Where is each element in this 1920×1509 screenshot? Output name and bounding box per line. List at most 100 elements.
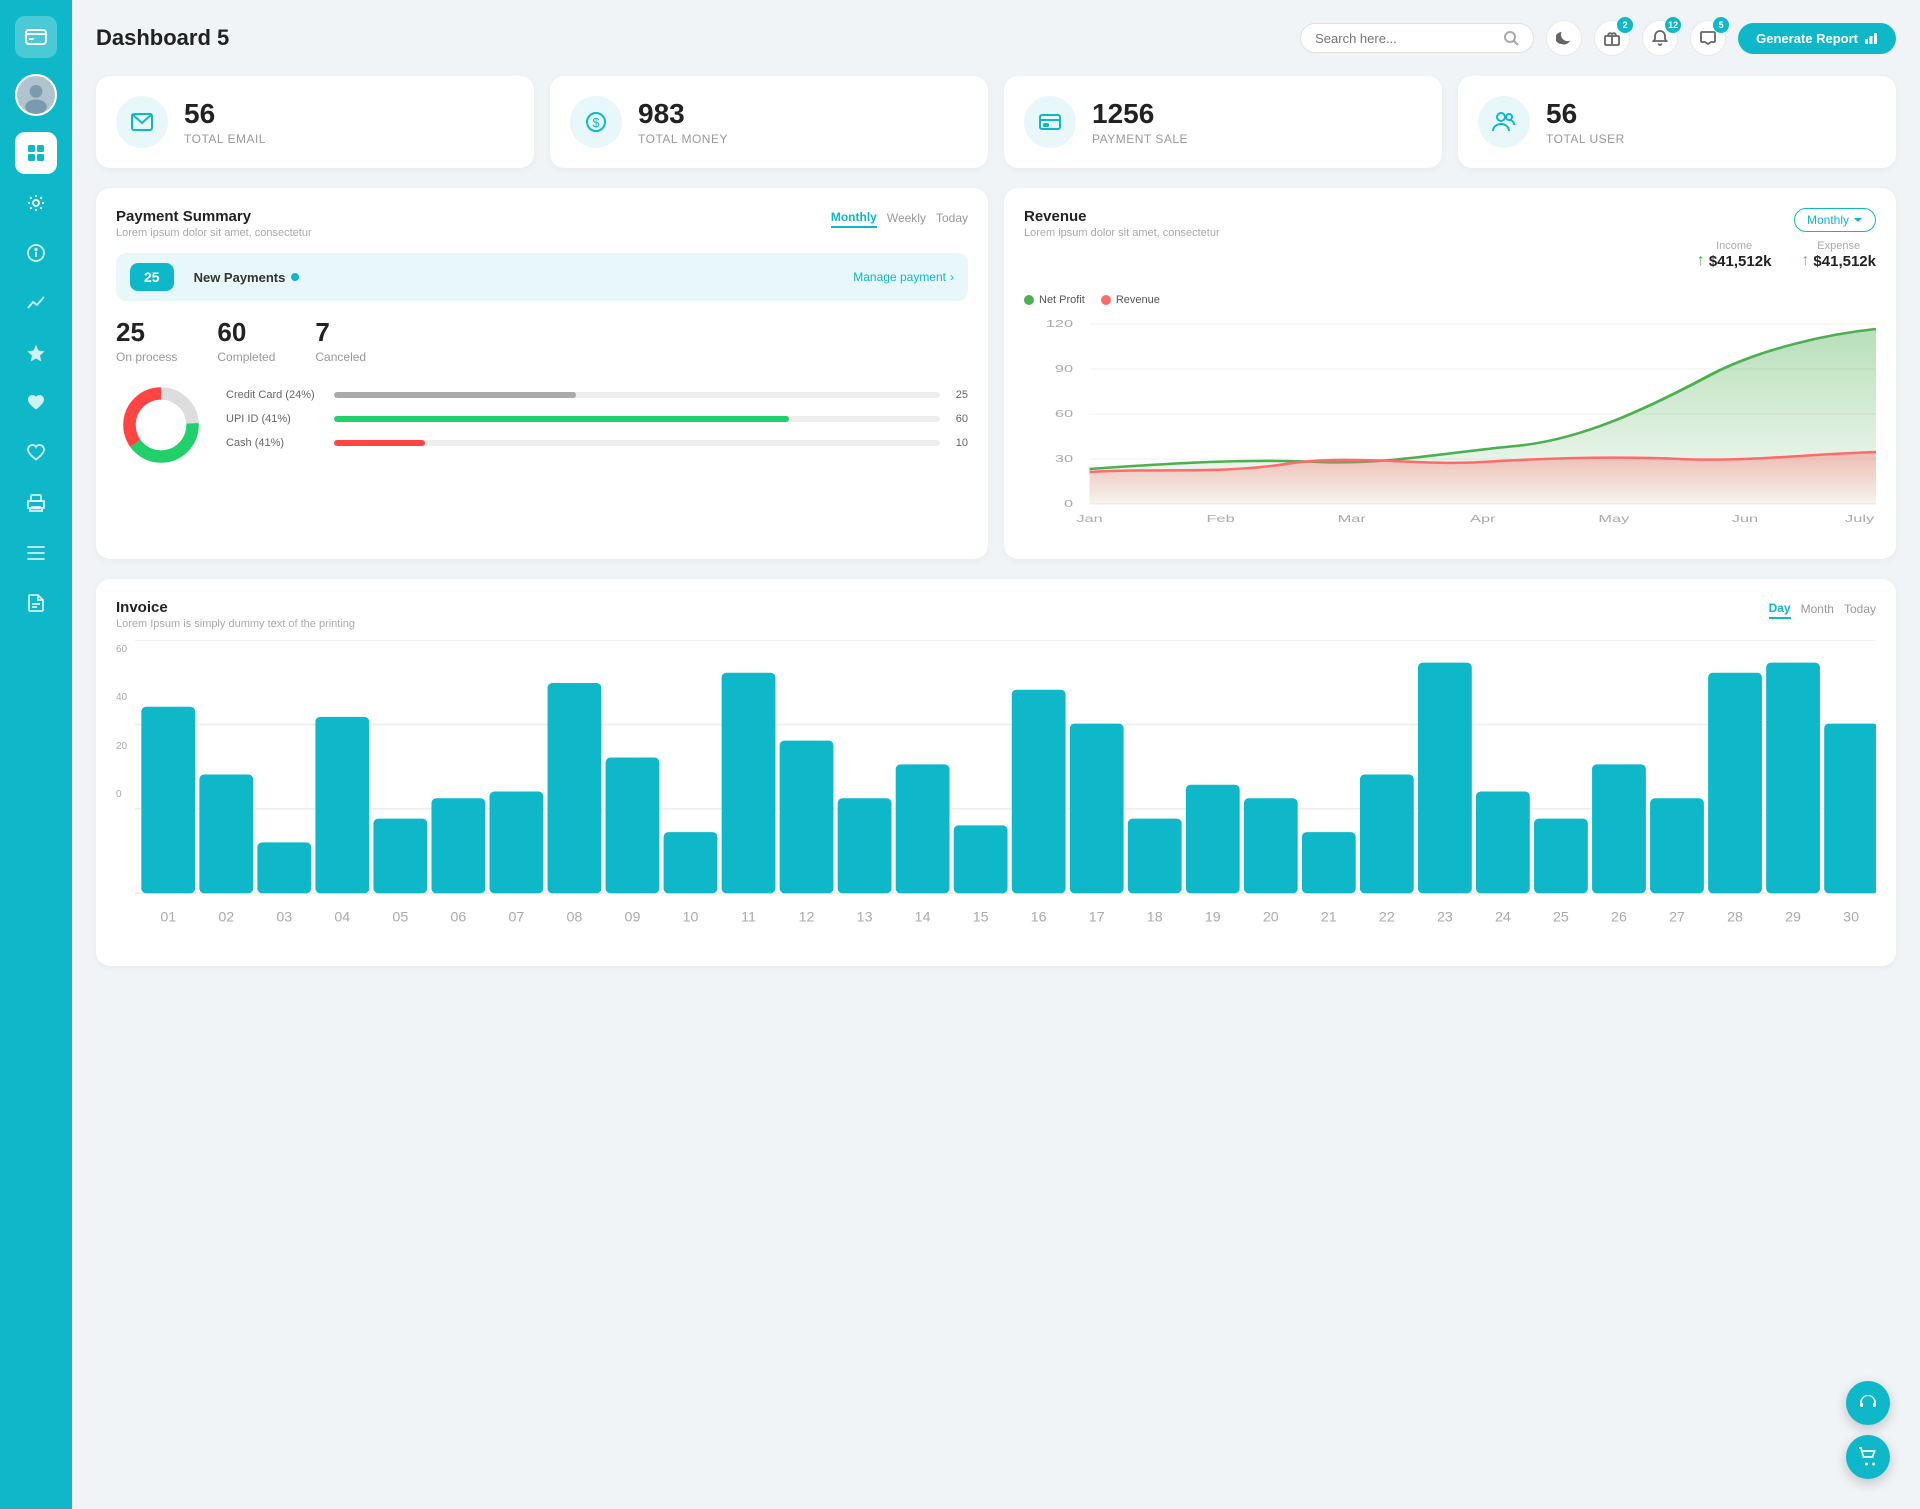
svg-text:90: 90 — [1055, 363, 1074, 374]
generate-report-button[interactable]: Generate Report — [1738, 23, 1896, 54]
invoice-bar — [1824, 724, 1876, 894]
progress-list: Credit Card (24%) 25 UPI ID (41%) 60 Cas… — [226, 389, 968, 461]
new-payment-indicator — [291, 273, 299, 281]
search-bar[interactable] — [1300, 23, 1534, 53]
invoice-bar — [374, 819, 428, 894]
svg-text:09: 09 — [625, 910, 641, 926]
svg-text:23: 23 — [1437, 910, 1453, 926]
payment-tab-monthly[interactable]: Monthly — [831, 208, 877, 228]
payment-tab-today[interactable]: Today — [936, 208, 968, 228]
svg-text:11: 11 — [741, 910, 756, 926]
header: Dashboard 5 2 12 — [96, 20, 1896, 56]
sidebar-item-document[interactable] — [15, 582, 57, 624]
invoice-chart: 0 20 40 60 01020304050607080910111213141… — [116, 640, 1876, 946]
svg-text:22: 22 — [1379, 910, 1395, 926]
revenue-legend: Net Profit Revenue — [1024, 294, 1876, 306]
invoice-bar — [199, 775, 253, 894]
svg-text:Feb: Feb — [1207, 513, 1235, 524]
invoice-y-axis: 0 20 40 60 — [116, 640, 135, 800]
legend-dot — [1101, 295, 1111, 305]
stat-info-email: 56 TOTAL EMAIL — [184, 98, 266, 146]
mid-row: Payment Summary Lorem ipsum dolor sit am… — [96, 188, 1896, 559]
svg-text:30: 30 — [1843, 910, 1859, 926]
search-input[interactable] — [1315, 31, 1495, 46]
avatar[interactable] — [15, 74, 57, 116]
gift-icon — [1604, 30, 1620, 46]
sidebar-item-star[interactable] — [15, 332, 57, 374]
svg-text:17: 17 — [1089, 910, 1105, 926]
svg-text:120: 120 — [1046, 318, 1074, 329]
income-label: Income — [1697, 240, 1772, 252]
sidebar-item-heart[interactable] — [15, 382, 57, 424]
svg-text:16: 16 — [1031, 910, 1047, 926]
manage-payment-link[interactable]: Manage payment › — [853, 270, 954, 284]
payment-summary-card: Payment Summary Lorem ipsum dolor sit am… — [96, 188, 988, 559]
revenue-dropdown[interactable]: Monthly — [1794, 208, 1876, 232]
payment-stats-row: 25 On process 60 Completed 7 Canceled — [116, 317, 968, 364]
income-expense: Income ↑ $41,512k Expense ↑ $41,512k — [1697, 240, 1876, 270]
revenue-subtitle: Lorem ipsum dolor sit amet, consectetur — [1024, 227, 1220, 239]
sidebar-item-heart2[interactable] — [15, 432, 57, 474]
chat-icon — [1700, 30, 1716, 46]
invoice-tab-today[interactable]: Today — [1844, 599, 1876, 619]
invoice-bar — [1650, 798, 1704, 893]
stat-number-money: 983 — [638, 98, 728, 130]
invoice-tab-group: Day Month Today — [1769, 599, 1876, 619]
bell-icon — [1652, 30, 1668, 46]
sidebar-logo[interactable] — [15, 16, 57, 58]
payment-summary-subtitle: Lorem ipsum dolor sit amet, consectetur — [116, 227, 312, 239]
invoice-bar — [1592, 764, 1646, 893]
invoice-bar — [838, 798, 892, 893]
svg-text:Mar: Mar — [1338, 513, 1367, 524]
svg-text:25: 25 — [1553, 910, 1569, 926]
svg-text:06: 06 — [451, 910, 467, 926]
invoice-bar — [316, 717, 370, 893]
sidebar-item-print[interactable] — [15, 482, 57, 524]
svg-text:13: 13 — [857, 910, 873, 926]
bell-btn[interactable]: 12 — [1642, 20, 1678, 56]
sidebar-item-menu[interactable] — [15, 532, 57, 574]
svg-text:18: 18 — [1147, 910, 1163, 926]
gift-btn[interactable]: 2 — [1594, 20, 1630, 56]
svg-text:10: 10 — [683, 910, 699, 926]
invoice-bar — [1766, 663, 1820, 894]
invoice-bar — [1534, 819, 1588, 894]
sidebar-item-info[interactable] — [15, 232, 57, 274]
stat-card-user: 56 TOTAL USER — [1458, 76, 1896, 168]
legend-dot — [1024, 295, 1034, 305]
svg-text:26: 26 — [1611, 910, 1627, 926]
shopping-cart-icon — [1858, 1447, 1878, 1467]
invoice-tab-day[interactable]: Day — [1769, 599, 1791, 619]
revenue-chart: 120 90 60 30 0 — [1024, 314, 1876, 539]
sidebar-item-analytics[interactable] — [15, 282, 57, 324]
legend-item: Revenue — [1101, 294, 1160, 306]
moon-icon — [1556, 30, 1572, 46]
stat-info-user: 56 TOTAL USER — [1546, 98, 1625, 146]
theme-toggle-btn[interactable] — [1546, 20, 1582, 56]
payment-tab-weekly[interactable]: Weekly — [887, 208, 926, 228]
svg-text:30: 30 — [1055, 453, 1074, 464]
chat-btn[interactable]: 5 — [1690, 20, 1726, 56]
payment-stat-on-process: 25 On process — [116, 317, 177, 364]
invoice-title: Invoice — [116, 599, 355, 616]
sidebar-item-settings[interactable] — [15, 182, 57, 224]
sidebar-item-dashboard[interactable] — [15, 132, 57, 174]
invoice-bar — [258, 842, 312, 893]
svg-text:Jan: Jan — [1076, 513, 1102, 524]
svg-text:Apr: Apr — [1470, 513, 1496, 524]
progress-row: Credit Card (24%) 25 — [226, 389, 968, 401]
support-float-btn[interactable] — [1846, 1381, 1890, 1425]
svg-text:July: July — [1845, 513, 1874, 524]
stat-info-payment: 1256 PAYMENT SALE — [1092, 98, 1188, 146]
svg-text:01: 01 — [160, 910, 176, 926]
payment-stat-completed: 60 Completed — [217, 317, 275, 364]
gift-badge: 2 — [1617, 17, 1633, 33]
headset-icon — [1858, 1393, 1878, 1413]
stat-number-user: 56 — [1546, 98, 1625, 130]
cart-float-btn[interactable] — [1846, 1435, 1890, 1479]
invoice-bar — [1244, 798, 1298, 893]
svg-text:$: $ — [592, 115, 600, 130]
new-payment-count: 25 — [130, 263, 174, 291]
invoice-tab-month[interactable]: Month — [1801, 599, 1834, 619]
svg-text:05: 05 — [393, 910, 409, 926]
